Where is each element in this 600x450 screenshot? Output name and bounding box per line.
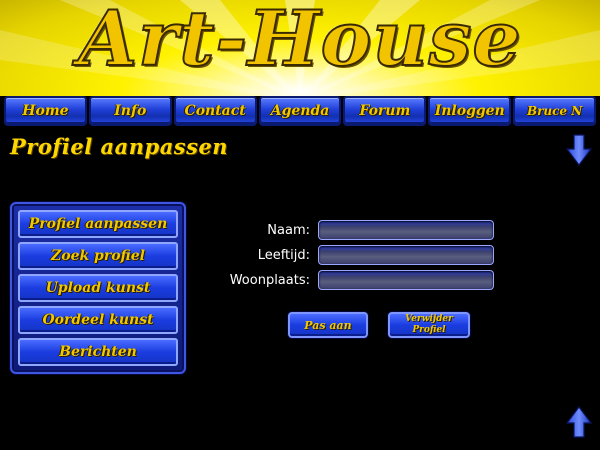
naam-field[interactable]: [318, 220, 494, 240]
profile-side-menu: Profiel aanpassen Zoek profiel Upload ku…: [10, 202, 186, 374]
delete-profile-button[interactable]: Verwijder Profiel: [388, 312, 470, 338]
side-item-oordeel-kunst[interactable]: Oordeel kunst: [18, 306, 178, 334]
nav-forum[interactable]: Forum: [343, 96, 427, 126]
side-item-zoek-profiel[interactable]: Zoek profiel: [18, 242, 178, 270]
nav-inloggen[interactable]: Inloggen: [428, 96, 512, 126]
delete-button-label-line1: Verwijder: [405, 314, 453, 324]
woonplaats-field[interactable]: [318, 270, 494, 290]
page-title: Profiel aanpassen: [10, 134, 229, 159]
nav-user[interactable]: Bruce N: [513, 96, 597, 126]
side-item-berichten[interactable]: Berichten: [18, 338, 178, 366]
nav-agenda[interactable]: Agenda: [258, 96, 342, 126]
nav-info[interactable]: Info: [88, 96, 172, 126]
save-profile-button[interactable]: Pas aan: [288, 312, 368, 338]
nav-contact[interactable]: Contact: [173, 96, 257, 126]
main-nav: Home Info Contact Agenda Forum Inloggen …: [4, 96, 597, 128]
side-item-profiel-aanpassen[interactable]: Profiel aanpassen: [18, 210, 178, 238]
arrow-down-icon[interactable]: [566, 134, 592, 166]
naam-label: Naam:: [267, 223, 310, 238]
arrow-up-icon[interactable]: [566, 406, 592, 438]
woonplaats-label: Woonplaats:: [229, 273, 310, 288]
site-banner: Art-House: [0, 0, 600, 96]
delete-button-label-line2: Profiel: [412, 325, 446, 335]
leeftijd-field[interactable]: [318, 245, 494, 265]
nav-home[interactable]: Home: [4, 96, 87, 126]
site-logo[interactable]: Art-House: [0, 0, 600, 84]
side-item-upload-kunst[interactable]: Upload kunst: [18, 274, 178, 302]
leeftijd-label: Leeftijd:: [257, 248, 310, 263]
